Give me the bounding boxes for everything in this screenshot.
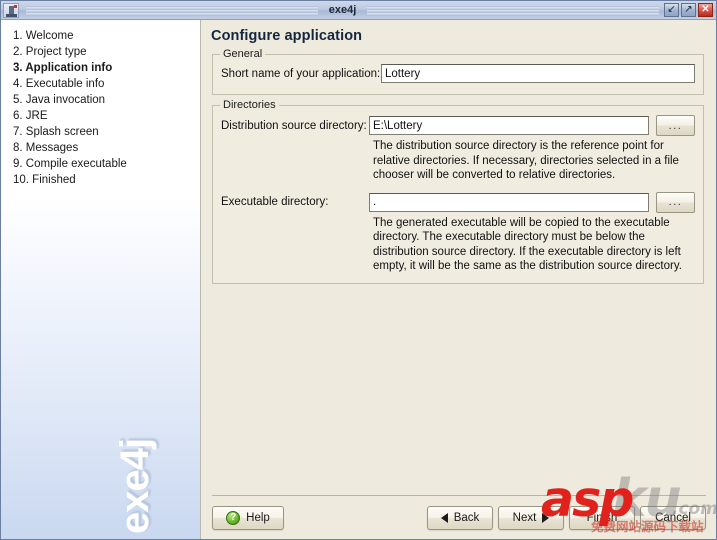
sidebar-item-welcome[interactable]: 1. Welcome	[13, 28, 200, 44]
exe4j-wizard-window: exe4j ↙ ↗ ✕ 1. Welcome 2. Project type 3…	[0, 0, 717, 540]
title-rule-right	[367, 4, 659, 16]
sidebar-item-splash-screen[interactable]: 7. Splash screen	[13, 124, 200, 140]
footer-button-bar: ? Help Back Next Finish Cancel	[202, 500, 716, 536]
short-name-row: Short name of your application:	[221, 64, 695, 83]
footer-divider	[212, 495, 706, 496]
window-title: exe4j	[328, 4, 357, 16]
sidebar-item-application-info[interactable]: 3. Application info	[13, 60, 200, 76]
close-icon[interactable]: ✕	[698, 3, 713, 17]
next-button[interactable]: Next	[498, 506, 564, 530]
app-icon	[3, 2, 19, 18]
sidebar-item-jre[interactable]: 6. JRE	[13, 108, 200, 124]
sidebar-item-project-type[interactable]: 2. Project type	[13, 44, 200, 60]
sidebar-item-executable-info[interactable]: 4. Executable info	[13, 76, 200, 92]
executable-directory-help: The generated executable will be copied …	[373, 216, 682, 273]
directories-group-title: Directories	[220, 99, 279, 111]
wizard-step-list: 1. Welcome 2. Project type 3. Applicatio…	[1, 20, 200, 188]
wizard-sidebar: 1. Welcome 2. Project type 3. Applicatio…	[1, 20, 201, 539]
title-bar: exe4j ↙ ↗ ✕	[1, 1, 716, 20]
directories-group: Directories Distribution source director…	[212, 99, 704, 284]
sidebar-item-java-invocation[interactable]: 5. Java invocation	[13, 92, 200, 108]
short-name-label: Short name of your application:	[221, 67, 381, 80]
general-group-title: General	[220, 48, 266, 60]
finish-button-label: Finish	[586, 512, 618, 524]
exe4j-logo: exe4j	[113, 438, 157, 534]
distribution-source-row: Distribution source directory: ...	[221, 115, 695, 136]
cancel-button-label: Cancel	[655, 512, 691, 524]
help-button[interactable]: ? Help	[212, 506, 284, 530]
sidebar-item-finished[interactable]: 10. Finished	[13, 172, 200, 188]
back-button[interactable]: Back	[427, 506, 493, 530]
general-group: General Short name of your application:	[212, 48, 704, 95]
help-button-label: Help	[246, 512, 270, 524]
arrow-right-icon	[542, 513, 550, 523]
executable-browse-button[interactable]: ...	[656, 191, 695, 213]
short-name-input[interactable]	[381, 64, 695, 83]
distribution-source-input[interactable]	[369, 116, 649, 135]
back-button-label: Back	[453, 512, 480, 524]
distribution-browse-button[interactable]: ...	[656, 115, 695, 136]
sidebar-item-compile-executable[interactable]: 9. Compile executable	[13, 156, 200, 172]
executable-directory-label: Executable directory:	[221, 196, 329, 208]
executable-directory-row: Executable directory: ...	[221, 191, 695, 213]
distribution-source-label: Distribution source directory:	[221, 119, 367, 132]
title-rule-left	[26, 4, 318, 16]
next-button-label: Next	[512, 512, 537, 524]
arrow-left-icon	[440, 513, 448, 523]
cancel-button[interactable]: Cancel	[640, 506, 706, 530]
maximize-icon[interactable]: ↗	[681, 3, 696, 17]
wizard-content-panel: Configure application General Short name…	[202, 20, 716, 539]
window-controls: ↙ ↗ ✕	[664, 3, 713, 17]
question-mark-icon: ?	[226, 511, 241, 525]
executable-directory-input[interactable]	[369, 192, 649, 212]
navigation-buttons: Back Next Finish Cancel	[427, 506, 706, 530]
sidebar-item-messages[interactable]: 8. Messages	[13, 140, 200, 156]
minimize-icon[interactable]: ↙	[664, 3, 679, 17]
distribution-source-help: The distribution source directory is the…	[373, 140, 679, 181]
page-title: Configure application	[211, 28, 363, 44]
finish-button[interactable]: Finish	[569, 506, 635, 530]
